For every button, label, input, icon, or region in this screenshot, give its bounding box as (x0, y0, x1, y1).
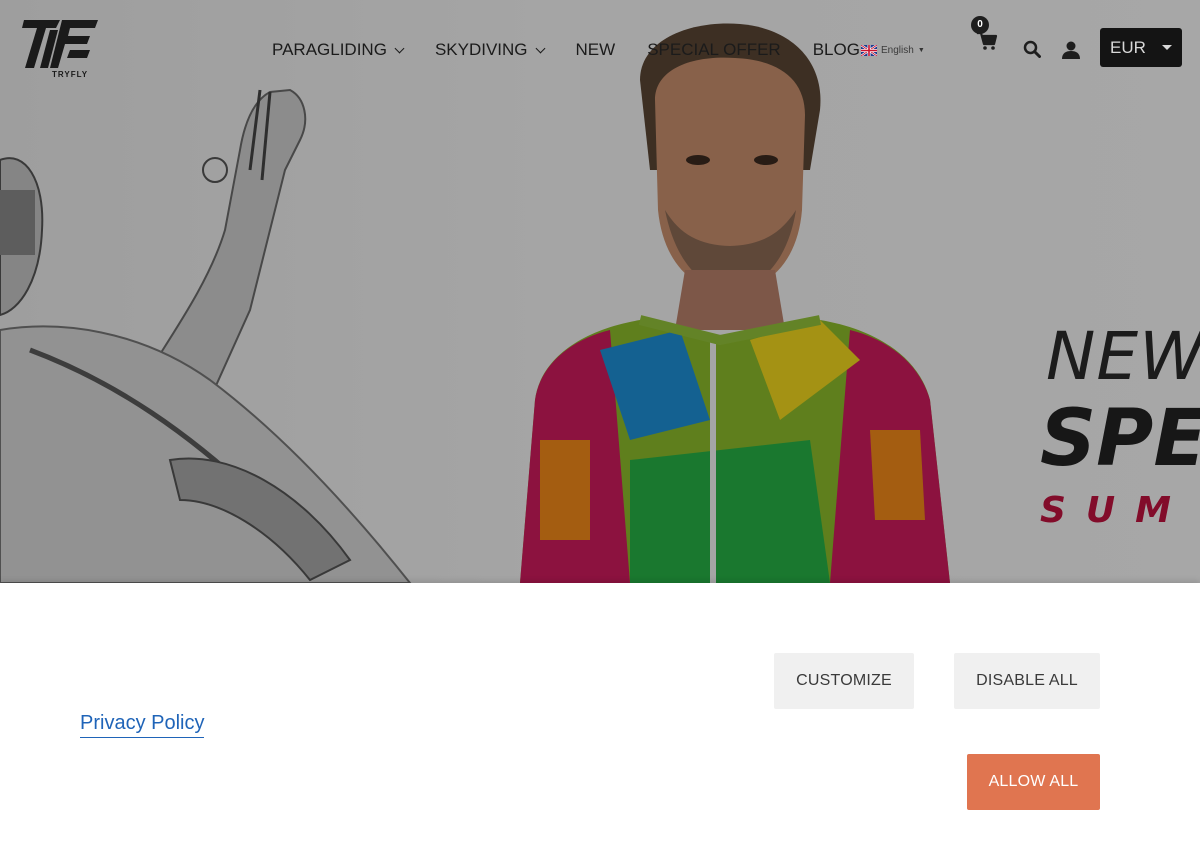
nav-item-label: PARAGLIDING (272, 40, 387, 59)
site-header: TRYFLY PARAGLIDING SKYDIVING NEW SPECIAL… (0, 0, 1200, 103)
site-logo[interactable]: TRYFLY (20, 16, 100, 82)
chevron-down-icon (535, 43, 545, 53)
nav-item-skydiving[interactable]: SKYDIVING (434, 40, 545, 60)
allow-all-button[interactable]: ALLOW ALL (967, 754, 1100, 810)
nav-item-label: NEW (575, 40, 616, 59)
user-icon[interactable] (1061, 40, 1081, 60)
privacy-policy-link[interactable]: Privacy Policy (80, 712, 205, 738)
disable-all-button[interactable]: DISABLE ALL (954, 653, 1100, 709)
customize-button[interactable]: CUSTOMIZE (774, 653, 914, 709)
cart-icon[interactable] (976, 30, 998, 52)
uk-flag-icon (861, 45, 877, 56)
nav-item-paragliding[interactable]: PARAGLIDING (272, 40, 405, 60)
currency-select[interactable]: EUR (1100, 28, 1182, 67)
nav-item-label: SKYDIVING (434, 40, 528, 59)
currency-value: EUR (1110, 37, 1146, 57)
main-nav: PARAGLIDING SKYDIVING NEW SPECIAL OFFER … (272, 40, 892, 60)
logo-icon (22, 20, 98, 68)
nav-item-label: BLOG (812, 40, 860, 59)
caret-down-icon: ▼ (917, 47, 925, 54)
search-icon[interactable] (1023, 40, 1041, 58)
chevron-down-icon (394, 43, 405, 53)
language-label: English (881, 45, 914, 56)
logo-text: TRYFLY (52, 70, 89, 79)
nav-item-blog[interactable]: BLOG (813, 40, 860, 60)
language-switcher[interactable]: English ▼ (861, 45, 925, 56)
caret-down-icon (1162, 45, 1172, 50)
nav-item-label: SPECIAL OFFER (647, 40, 781, 59)
nav-item-special-offer[interactable]: SPECIAL OFFER (647, 40, 781, 60)
nav-item-new[interactable]: NEW (576, 40, 616, 60)
cookie-consent-bar: Privacy Policy CUSTOMIZE DISABLE ALL ALL… (0, 583, 1200, 850)
